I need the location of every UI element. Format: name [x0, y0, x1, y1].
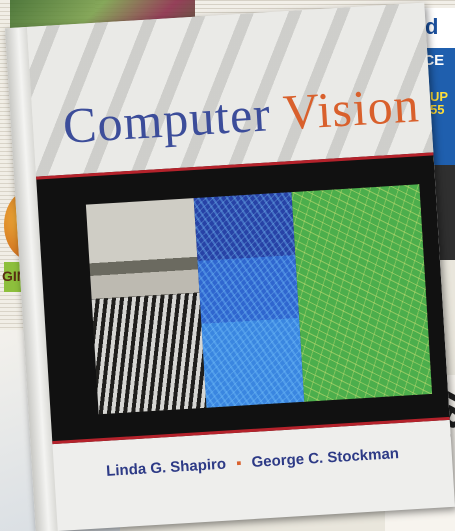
green-edge-texture: [291, 184, 433, 402]
green-edge-panel: [291, 184, 433, 402]
cover-image-band: [36, 152, 450, 445]
blue-edge-texture: [193, 192, 305, 408]
book-authors: Linda G. Shapiro ▪ George C. Stockman: [106, 445, 400, 480]
author-shapiro: Linda G. Shapiro: [105, 455, 227, 480]
zebra-herd: [91, 292, 207, 415]
title-word-computer: Computer: [61, 85, 273, 154]
book-cover: Computer Vision Linda G. Shapiro ▪ Georg…: [4, 2, 455, 531]
blue-filtered-panel: [193, 192, 305, 408]
author-separator: ▪: [235, 454, 243, 472]
zebra-photo-panel: [85, 198, 207, 415]
discount-text: UP 55: [430, 89, 448, 117]
title-word-vision: Vision: [281, 76, 422, 141]
author-stockman: George C. Stockman: [251, 445, 400, 472]
photo-scene: KBlind F PRICE UP 55 airs GING CL real C…: [0, 0, 455, 531]
